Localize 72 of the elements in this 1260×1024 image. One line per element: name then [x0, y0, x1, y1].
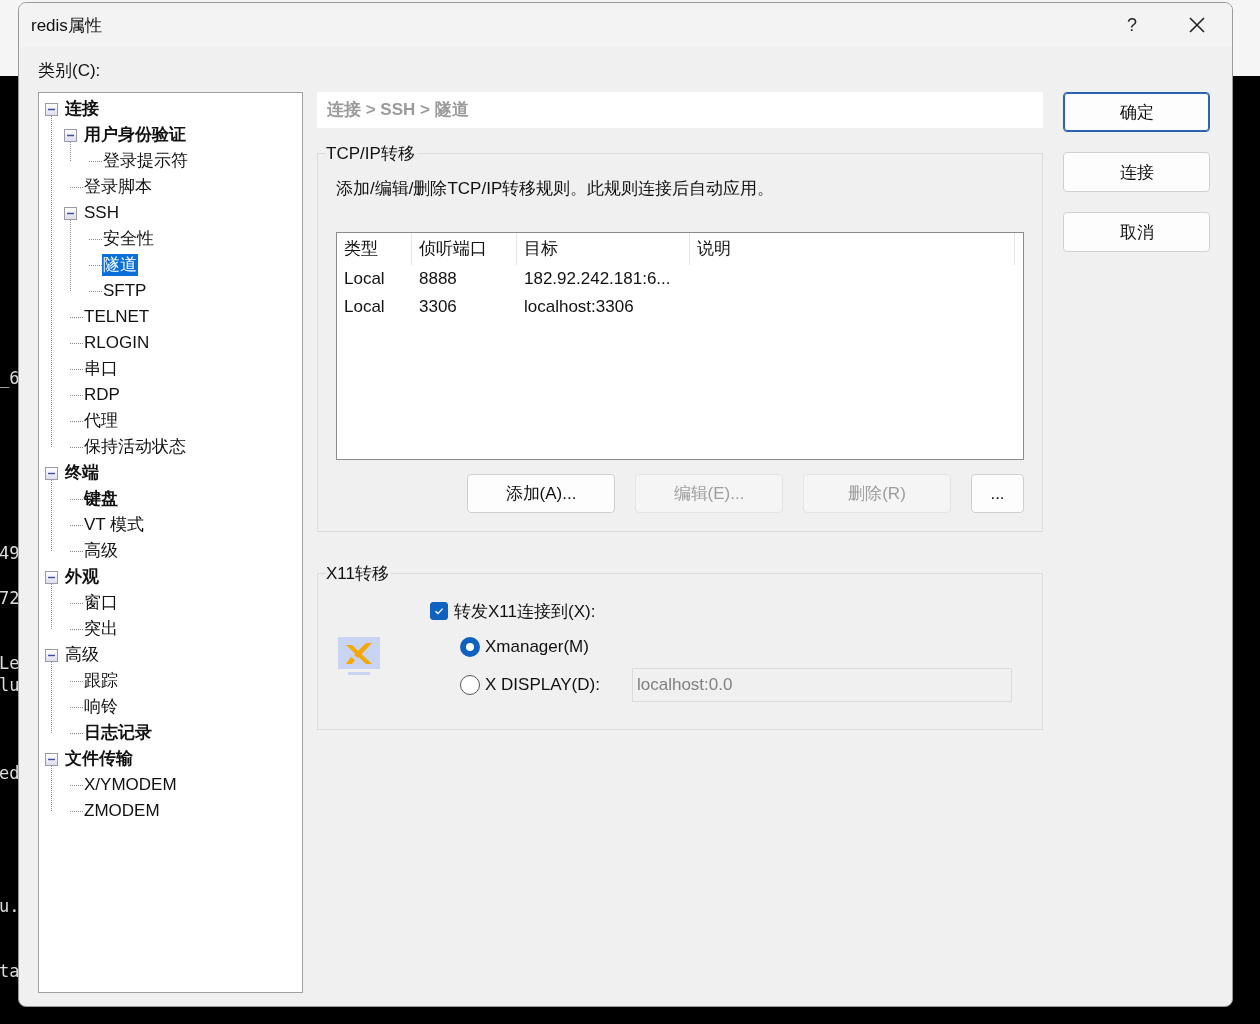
tree-item[interactable]: 代理: [83, 410, 119, 432]
checkbox[interactable]: [430, 602, 448, 620]
tree-item[interactable]: RDP: [83, 384, 121, 406]
tree-item[interactable]: 响铃: [83, 696, 119, 718]
table-cell-text: 182.92.242.181:6...: [523, 268, 672, 290]
collapse-toggle[interactable]: [45, 466, 58, 480]
terminal-text: ta: [0, 961, 20, 981]
collapse-toggle[interactable]: [45, 648, 58, 662]
tree-item[interactable]: 保持活动状态: [83, 436, 187, 458]
tree-item[interactable]: 高级: [64, 644, 100, 666]
category-label: 类别(C):: [38, 60, 102, 82]
tree-item[interactable]: 突出: [83, 618, 119, 640]
tree-item[interactable]: X/YMODEM: [83, 774, 178, 796]
table-cell-text: 8888: [418, 268, 458, 290]
close-icon: [1188, 16, 1206, 34]
tree-item[interactable]: VT 模式: [83, 514, 146, 536]
collapse-toggle[interactable]: [45, 102, 58, 116]
tree-item[interactable]: 文件传输: [64, 748, 134, 770]
description-text: 添加/编辑/删除TCP/IP转移规则。此规则连接后自动应用。: [336, 178, 776, 200]
tree-item[interactable]: RLOGIN: [83, 332, 151, 354]
collapse-toggle[interactable]: [64, 128, 77, 142]
action-button[interactable]: ...: [971, 474, 1024, 513]
tree-item[interactable]: 隧道: [102, 254, 138, 276]
column-header[interactable]: 侦听端口: [412, 233, 517, 265]
tree-item[interactable]: 键盘: [83, 488, 119, 510]
group-title: TCP/IP转移: [326, 143, 416, 165]
terminal-text: u.: [0, 896, 20, 916]
dialog-button[interactable]: 取消: [1063, 212, 1210, 252]
radio-label: X DISPLAY(D):: [485, 675, 601, 695]
tree-item[interactable]: 日志记录: [83, 722, 153, 744]
column-header[interactable]: 类型: [337, 233, 412, 265]
window-title: redis属性: [31, 14, 103, 37]
tree-item[interactable]: SSH: [83, 202, 120, 224]
radio-button[interactable]: [460, 637, 480, 657]
tree-item[interactable]: ZMODEM: [83, 800, 161, 822]
tree-item[interactable]: 登录提示符: [102, 150, 189, 172]
table-cell-text: Local: [343, 268, 386, 290]
help-button[interactable]: ?: [1112, 5, 1152, 45]
table-cell-text: Local: [343, 296, 386, 318]
tree-item[interactable]: 跟踪: [83, 670, 119, 692]
table-cell-text: localhost:3306: [523, 296, 635, 318]
column-header[interactable]: 说明: [690, 233, 1015, 265]
collapse-toggle[interactable]: [45, 752, 58, 766]
column-header[interactable]: 目标: [517, 233, 690, 265]
action-button[interactable]: 添加(A)...: [467, 474, 615, 513]
tree-item[interactable]: SFTP: [102, 280, 148, 302]
radio-label: Xmanager(M): [485, 637, 590, 657]
xmanager-icon: [338, 637, 382, 677]
checkbox-label: 转发X11连接到(X):: [454, 600, 596, 623]
collapse-toggle[interactable]: [45, 570, 58, 584]
collapse-toggle[interactable]: [64, 206, 77, 220]
terminal-text: lu: [0, 675, 20, 695]
terminal-text: Le: [0, 653, 20, 673]
tree-item[interactable]: 登录脚本: [83, 176, 153, 198]
tree-item[interactable]: 串口: [83, 358, 119, 380]
tree-item[interactable]: 高级: [83, 540, 119, 562]
radio-button[interactable]: [460, 675, 480, 695]
breadcrumb: 连接 > SSH > 隧道: [317, 92, 1043, 128]
table-cell-text: 3306: [418, 296, 458, 318]
terminal-text: 72: [0, 588, 20, 608]
terminal-text: ed: [0, 763, 20, 783]
tree-item[interactable]: 窗口: [83, 592, 119, 614]
tree-item[interactable]: TELNET: [83, 306, 151, 328]
tree-item[interactable]: 外观: [64, 566, 100, 588]
tree-item[interactable]: 连接: [64, 98, 100, 120]
tree-item[interactable]: 用户身份验证: [83, 124, 187, 146]
group-title: X11转移: [326, 563, 390, 585]
dialog-button[interactable]: 连接: [1063, 152, 1210, 192]
dialog-button[interactable]: 确定: [1063, 92, 1210, 132]
tree-item[interactable]: 安全性: [102, 228, 155, 250]
tree-item[interactable]: 终端: [64, 462, 100, 484]
terminal-text: 49: [0, 543, 20, 563]
